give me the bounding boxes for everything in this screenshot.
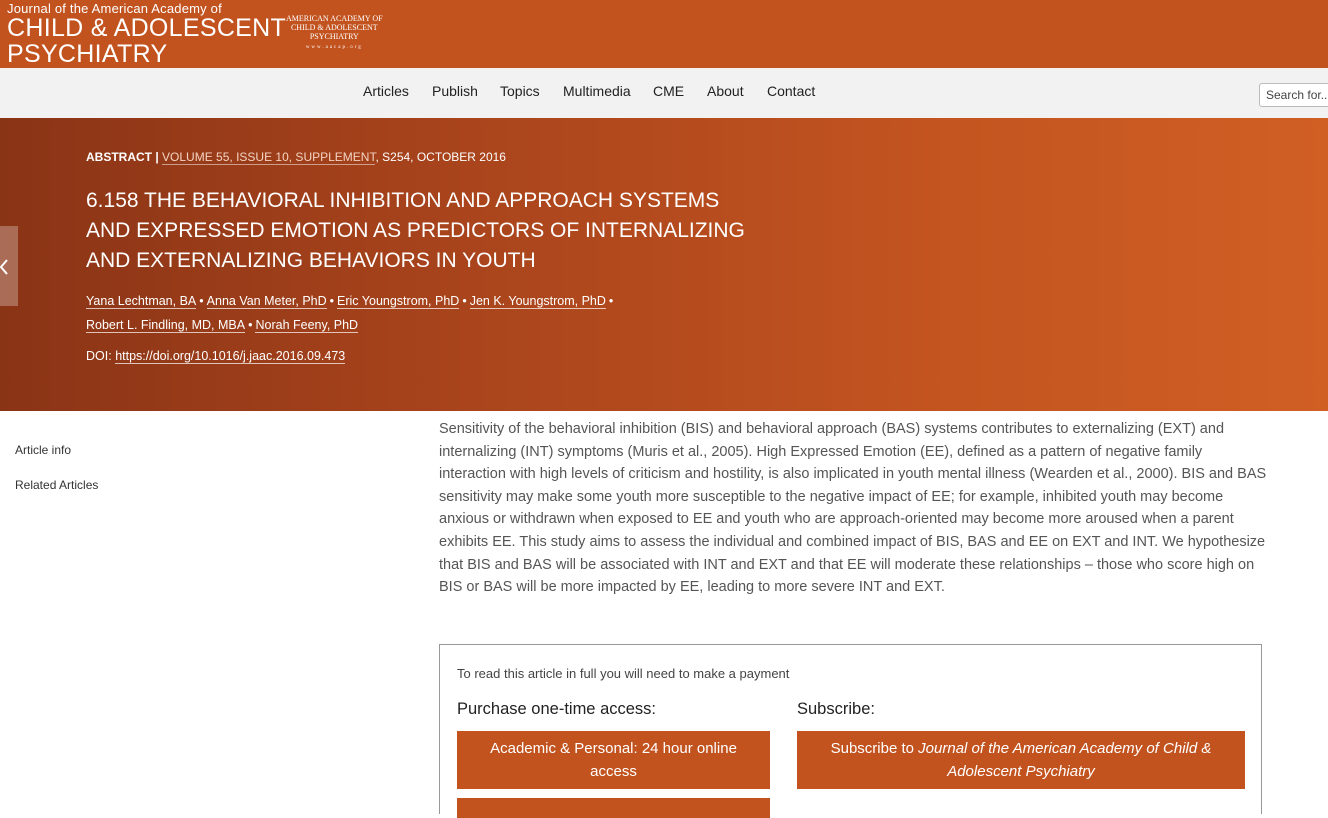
site-header: Journal of the American Academy of CHILD…: [0, 0, 1328, 68]
nav-multimedia[interactable]: Multimedia: [563, 83, 631, 99]
author-link[interactable]: Jen K. Youngstrom, PhD: [469, 294, 606, 309]
author-separator: •: [608, 294, 614, 308]
subscribe-heading: Subscribe:: [797, 700, 875, 718]
journal-logo[interactable]: Journal of the American Academy of CHILD…: [7, 2, 286, 67]
author-separator: •: [199, 294, 204, 308]
author-list: Yana Lechtman, BA • Anna Van Meter, PhD • Er…: [86, 289, 706, 337]
purchase-heading: Purchase one-time access:: [457, 700, 657, 718]
author-link[interactable]: Eric Youngstrom, PhD: [337, 294, 460, 309]
aacap-logo[interactable]: AMERICAN ACADEMY OF CHILD & ADOLESCENT P…: [286, 14, 383, 52]
author-link[interactable]: Robert L. Findling, MD, MBA: [86, 318, 246, 333]
doi-link[interactable]: https://doi.org/10.1016/j.jaac.2016.09.4…: [115, 349, 346, 364]
sidebar-item-related-articles[interactable]: Related Articles: [15, 478, 98, 492]
author-separator: •: [248, 318, 253, 332]
nav-cme[interactable]: CME: [653, 83, 684, 99]
nav-articles[interactable]: Articles: [363, 83, 409, 99]
purchase-option-button[interactable]: [457, 798, 770, 818]
nav-contact[interactable]: Contact: [767, 83, 815, 99]
sidebar-item-article-info[interactable]: Article info: [15, 443, 71, 457]
logo-line-3: PSYCHIATRY: [7, 40, 168, 68]
nav-topics[interactable]: Topics: [500, 83, 540, 99]
article-title: 6.158 THE BEHAVIORAL INHIBITION AND APPR…: [86, 189, 745, 272]
subscribe-journal-name: Journal of the American Academy of Child…: [918, 740, 1212, 780]
author-separator: •: [329, 294, 335, 308]
author-link[interactable]: Norah Feeny, PhD: [255, 318, 359, 333]
paywall-note: To read this article in full you will ne…: [457, 666, 790, 681]
main-nav: Articles Publish Topics Multimedia CME A…: [0, 68, 1328, 118]
purchase-24h-access-button[interactable]: Academic & Personal: 24 hour online acce…: [457, 731, 770, 789]
search-input[interactable]: Search for...: [1259, 83, 1328, 107]
chevron-left-icon: [0, 259, 8, 275]
meta-separator: |: [155, 150, 159, 164]
paywall-box: To read this article in full you will ne…: [439, 644, 1262, 818]
author-link[interactable]: Yana Lechtman, BA: [86, 294, 197, 309]
previous-article-button[interactable]: [0, 226, 18, 306]
pages-date: , S254, OCTOBER 2016: [375, 150, 506, 164]
volume-link[interactable]: VOLUME 55, ISSUE 10, SUPPLEMENT: [162, 150, 376, 165]
nav-about[interactable]: About: [707, 83, 744, 99]
author-link[interactable]: Anna Van Meter, PhD: [206, 294, 327, 309]
nav-publish[interactable]: Publish: [432, 83, 478, 99]
abstract-text: Sensitivity of the behavioral inhibition…: [439, 421, 1267, 596]
article-hero: ABSTRACT | VOLUME 55, ISSUE 10, SUPPLEME…: [0, 118, 1328, 411]
doi-line: DOI: https://doi.org/10.1016/j.jaac.2016…: [86, 349, 346, 364]
logo-line-2: CHILD & ADOLESCENT: [7, 14, 287, 42]
subscribe-button[interactable]: Subscribe to Journal of the American Aca…: [797, 731, 1245, 789]
article-type: ABSTRACT: [86, 150, 152, 164]
subscribe-prefix: Subscribe to: [830, 740, 914, 757]
doi-label: DOI:: [86, 349, 112, 363]
author-separator: •: [462, 294, 467, 308]
article-meta: ABSTRACT | VOLUME 55, ISSUE 10, SUPPLEME…: [86, 150, 506, 165]
